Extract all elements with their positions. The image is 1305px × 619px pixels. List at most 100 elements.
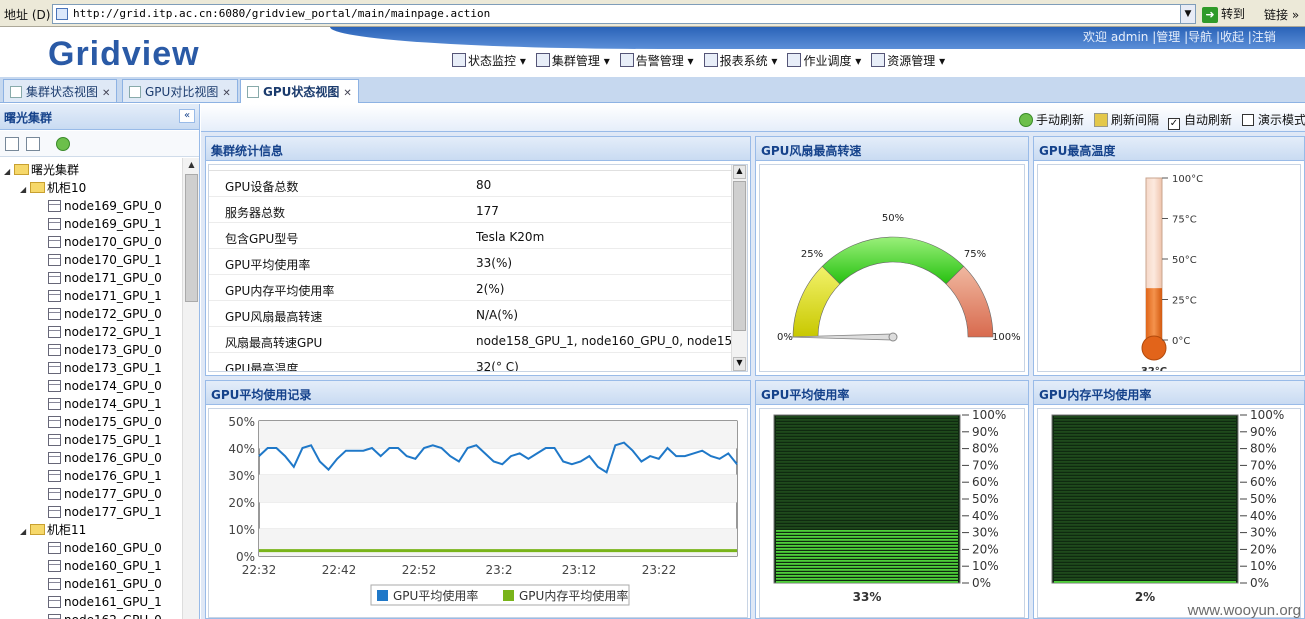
tree-node[interactable]: node174_GPU_1 [48, 395, 162, 413]
meter-segment-off [776, 524, 958, 526]
tab-2[interactable]: GPU状态视图 ✕ [240, 79, 359, 103]
tree-folder[interactable]: ◢ 曙光集群 [4, 161, 79, 179]
gpu-node-icon [48, 218, 61, 230]
tree-node[interactable]: node173_GPU_1 [48, 359, 162, 377]
stats-row: GPU内存平均使用率 2(%) [209, 275, 731, 301]
gpu-node-icon [48, 254, 61, 266]
tree-node[interactable]: node161_GPU_1 [48, 593, 162, 611]
tools-icon [871, 53, 886, 67]
tree-node[interactable]: node162_GPU_0 [48, 611, 162, 619]
tree-node[interactable]: node161_GPU_0 [48, 575, 162, 593]
tree-node[interactable]: node169_GPU_0 [48, 197, 162, 215]
address-label: 地址 (D) [4, 8, 51, 22]
menu-item-3[interactable]: 报表系统 ▾ [703, 52, 777, 69]
legend-label: GPU内存平均使用率 [519, 588, 628, 603]
meter-segment-off [776, 440, 958, 442]
url-input[interactable]: http://grid.itp.ac.cn:6080/gridview_port… [52, 4, 1196, 24]
page-icon [56, 8, 68, 20]
sidebar-collapse-button[interactable]: « [179, 109, 195, 123]
demo-mode-checkbox[interactable]: 演示模式 [1242, 111, 1305, 128]
meter-segment-off [776, 509, 958, 511]
tree-node[interactable]: node160_GPU_0 [48, 539, 162, 557]
links-toolbar[interactable]: 链接 » [1264, 6, 1299, 23]
tree-node[interactable]: node173_GPU_0 [48, 341, 162, 359]
tree-node[interactable]: node169_GPU_1 [48, 215, 162, 233]
chevron-down-icon: ▾ [935, 54, 946, 68]
go-arrow-icon: ➜ [1202, 6, 1218, 23]
meter-segment-off [1054, 545, 1236, 547]
tree-node[interactable]: node174_GPU_0 [48, 377, 162, 395]
tree-folder[interactable]: ◢ 机柜11 [20, 521, 86, 539]
refresh-interval-button[interactable]: 刷新间隔 [1094, 111, 1159, 128]
meter-segment-off [1054, 461, 1236, 463]
gpu-node-icon [48, 398, 61, 410]
close-icon[interactable]: ✕ [102, 88, 110, 99]
meter-segment-off [1054, 494, 1236, 496]
meter-segment-off [1054, 509, 1236, 511]
expand-all-icon[interactable] [5, 137, 19, 151]
url-dropdown-button[interactable]: ▼ [1180, 4, 1196, 24]
menu-item-0[interactable]: 状态监控 ▾ [452, 52, 526, 69]
tree-node[interactable]: node175_GPU_1 [48, 431, 162, 449]
stats-key: 包含GPU型号 [225, 232, 299, 246]
menu-item-4[interactable]: 作业调度 ▾ [787, 52, 861, 69]
go-button[interactable]: ➜ 转到 [1202, 4, 1254, 24]
tree-node[interactable]: node172_GPU_1 [48, 323, 162, 341]
menu-item-5[interactable]: 资源管理 ▾ [871, 52, 945, 69]
meter-segment-off [776, 437, 958, 439]
grid-band [259, 475, 737, 502]
tree-node[interactable]: node177_GPU_0 [48, 485, 162, 503]
tree-node[interactable]: node177_GPU_1 [48, 503, 162, 521]
tree-node[interactable]: node171_GPU_1 [48, 287, 162, 305]
menu-item-2[interactable]: 告警管理 ▾ [619, 52, 694, 69]
meter-segment-off [1054, 488, 1236, 490]
tree-node[interactable]: node160_GPU_1 [48, 557, 162, 575]
gpu-node-icon [48, 344, 61, 356]
auto-refresh-checkbox[interactable]: ✓ 自动刷新 [1168, 111, 1232, 130]
legend-swatch [377, 590, 388, 601]
gpu-node-icon [48, 470, 61, 482]
meter-segment-off [776, 443, 958, 445]
tree-node[interactable]: node170_GPU_0 [48, 233, 162, 251]
tree-node[interactable]: node171_GPU_0 [48, 269, 162, 287]
expand-arrow-icon[interactable]: ◢ [4, 163, 14, 181]
stats-scrollbar[interactable]: ▲ ▼ [731, 165, 747, 371]
collapse-all-icon[interactable] [26, 137, 40, 151]
gpu-node-icon [48, 452, 61, 464]
y-tick-label: 30% [228, 469, 255, 483]
tree-node[interactable]: node175_GPU_0 [48, 413, 162, 431]
auto-refresh-check[interactable]: ✓ [1168, 118, 1180, 130]
meter-segment-off [1054, 470, 1236, 472]
meter-segment-off [1054, 569, 1236, 571]
tree-node[interactable]: node170_GPU_1 [48, 251, 162, 269]
user-links[interactable]: 欢迎 admin |管理 |导航 |收起 |注销 [1083, 28, 1276, 45]
tab-0[interactable]: 集群状态视图 ✕ [3, 79, 118, 102]
refresh-tree-icon[interactable] [56, 137, 70, 151]
meter-segment-off [776, 497, 958, 499]
tree-node[interactable]: node176_GPU_1 [48, 467, 162, 485]
meter-segment-off [1054, 473, 1236, 475]
close-icon[interactable]: ✕ [343, 88, 351, 99]
tab-1[interactable]: GPU对比视图 ✕ [122, 79, 238, 102]
tree-folder[interactable]: ◢ 机柜10 [20, 179, 86, 197]
meter-segment-on [776, 551, 958, 553]
close-icon[interactable]: ✕ [222, 88, 230, 99]
expand-arrow-icon[interactable]: ◢ [20, 181, 30, 199]
y-tick-label: 0% [236, 550, 255, 564]
meter-segment-off [776, 494, 958, 496]
menu-item-1[interactable]: 集群管理 ▾ [535, 52, 610, 69]
meter-segment-off [776, 458, 958, 460]
meter-segment-off [776, 506, 958, 508]
folder-icon [14, 164, 29, 175]
demo-mode-check[interactable] [1242, 114, 1254, 126]
gpu-node-icon [48, 236, 61, 248]
meter-segment-off [1054, 449, 1236, 451]
manual-refresh-button[interactable]: 手动刷新 [1019, 111, 1084, 128]
tree-scrollbar[interactable]: ▲ [182, 158, 199, 619]
meter-segment-on [776, 557, 958, 559]
tree-node[interactable]: node172_GPU_0 [48, 305, 162, 323]
meter-tick-label: 90% [972, 425, 999, 439]
expand-arrow-icon[interactable]: ◢ [20, 523, 30, 541]
tree-node[interactable]: node176_GPU_0 [48, 449, 162, 467]
cluster-sidebar: 曙光集群 « ◢ 曙光集群 ◢ 机柜10 node169_GPU_0 node169_GP… [0, 104, 200, 619]
